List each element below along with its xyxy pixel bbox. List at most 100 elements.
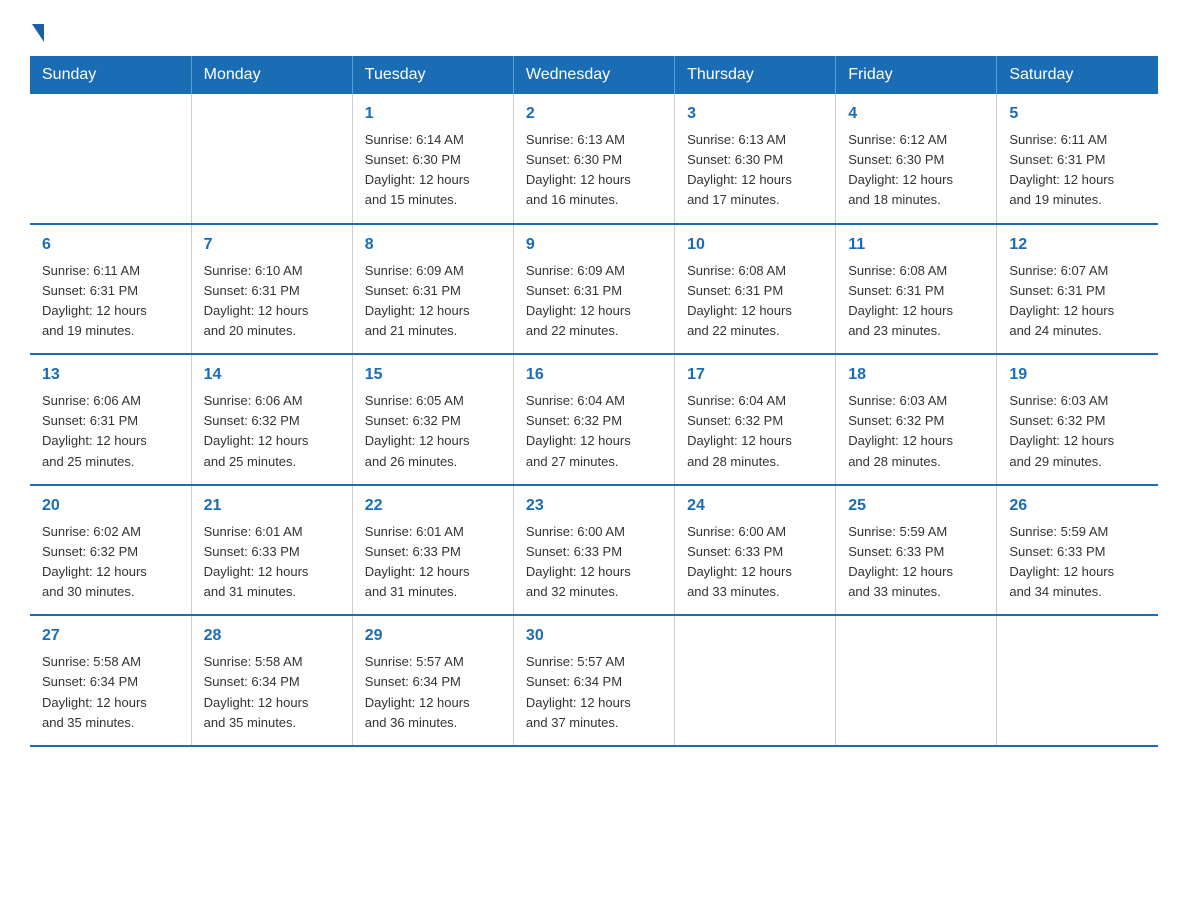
day-info: Sunrise: 6:07 AMSunset: 6:31 PMDaylight:… [1009,261,1146,342]
calendar-cell: 27 Sunrise: 5:58 AMSunset: 6:34 PMDayligh… [30,615,191,746]
calendar-cell: 4Sunrise: 6:12 AMSunset: 6:30 PMDaylight… [836,94,997,224]
calendar-week-3: 13Sunrise: 6:06 AMSunset: 6:31 PMDayligh… [30,354,1158,485]
weekday-header-tuesday: Tuesday [352,56,513,94]
day-number: 28 [204,624,340,648]
weekday-header-saturday: Saturday [997,56,1158,94]
day-number: 17 [687,363,823,387]
page-header [30,20,1158,38]
weekday-header-row: SundayMondayTuesdayWednesdayThursdayFrid… [30,56,1158,94]
day-number: 4 [848,102,984,126]
day-info: Sunrise: 5:59 AMSunset: 6:33 PMDaylight:… [848,522,984,603]
day-info: Sunrise: 6:04 AMSunset: 6:32 PMDaylight:… [687,391,823,472]
day-number: 12 [1009,233,1146,257]
day-info: Sunrise: 6:14 AMSunset: 6:30 PMDaylight:… [365,130,501,211]
weekday-header-thursday: Thursday [675,56,836,94]
calendar-cell: 28 Sunrise: 5:58 AMSunset: 6:34 PMDayligh… [191,615,352,746]
calendar-cell: 19 Sunrise: 6:03 AMSunset: 6:32 PMDayligh… [997,354,1158,485]
day-info: Sunrise: 6:06 AMSunset: 6:32 PMDaylight:… [204,391,340,472]
calendar-cell: 30 Sunrise: 5:57 AMSunset: 6:34 PMDayligh… [513,615,674,746]
calendar-header: SundayMondayTuesdayWednesdayThursdayFrid… [30,56,1158,94]
calendar-cell: 20Sunrise: 6:02 AMSunset: 6:32 PMDayligh… [30,485,191,616]
calendar-cell: 8 Sunrise: 6:09 AMSunset: 6:31 PMDaylight… [352,224,513,355]
day-info: Sunrise: 6:05 AMSunset: 6:32 PMDaylight:… [365,391,501,472]
day-number: 19 [1009,363,1146,387]
calendar-cell: 13Sunrise: 6:06 AMSunset: 6:31 PMDayligh… [30,354,191,485]
day-info: Sunrise: 5:57 AMSunset: 6:34 PMDaylight:… [365,652,501,733]
calendar-cell: 11 Sunrise: 6:08 AMSunset: 6:31 PMDayligh… [836,224,997,355]
calendar-week-2: 6Sunrise: 6:11 AMSunset: 6:31 PMDaylight… [30,224,1158,355]
day-number: 21 [204,494,340,518]
calendar-cell [30,94,191,224]
day-info: Sunrise: 6:09 AMSunset: 6:31 PMDaylight:… [526,261,662,342]
day-info: Sunrise: 6:04 AMSunset: 6:32 PMDaylight:… [526,391,662,472]
weekday-header-wednesday: Wednesday [513,56,674,94]
day-info: Sunrise: 6:11 AMSunset: 6:31 PMDaylight:… [1009,130,1146,211]
calendar-cell: 3 Sunrise: 6:13 AMSunset: 6:30 PMDaylight… [675,94,836,224]
day-info: Sunrise: 6:09 AMSunset: 6:31 PMDaylight:… [365,261,501,342]
day-info: Sunrise: 6:03 AMSunset: 6:32 PMDaylight:… [1009,391,1146,472]
day-number: 30 [526,624,662,648]
day-info: Sunrise: 6:11 AMSunset: 6:31 PMDaylight:… [42,261,179,342]
calendar-cell [997,615,1158,746]
calendar-cell: 16 Sunrise: 6:04 AMSunset: 6:32 PMDayligh… [513,354,674,485]
calendar-cell: 29Sunrise: 5:57 AMSunset: 6:34 PMDayligh… [352,615,513,746]
day-info: Sunrise: 5:57 AMSunset: 6:34 PMDaylight:… [526,652,662,733]
weekday-header-friday: Friday [836,56,997,94]
calendar-week-4: 20Sunrise: 6:02 AMSunset: 6:32 PMDayligh… [30,485,1158,616]
calendar-table: SundayMondayTuesdayWednesdayThursdayFrid… [30,56,1158,747]
day-number: 27 [42,624,179,648]
calendar-cell: 22 Sunrise: 6:01 AMSunset: 6:33 PMDayligh… [352,485,513,616]
day-info: Sunrise: 6:06 AMSunset: 6:31 PMDaylight:… [42,391,179,472]
calendar-cell: 15 Sunrise: 6:05 AMSunset: 6:32 PMDayligh… [352,354,513,485]
logo [30,20,44,38]
day-info: Sunrise: 6:08 AMSunset: 6:31 PMDaylight:… [848,261,984,342]
calendar-cell: 10Sunrise: 6:08 AMSunset: 6:31 PMDayligh… [675,224,836,355]
calendar-cell: 5 Sunrise: 6:11 AMSunset: 6:31 PMDaylight… [997,94,1158,224]
calendar-cell: 23 Sunrise: 6:00 AMSunset: 6:33 PMDayligh… [513,485,674,616]
day-info: Sunrise: 6:08 AMSunset: 6:31 PMDaylight:… [687,261,823,342]
weekday-header-monday: Monday [191,56,352,94]
day-info: Sunrise: 6:01 AMSunset: 6:33 PMDaylight:… [365,522,501,603]
day-number: 7 [204,233,340,257]
calendar-cell: 6Sunrise: 6:11 AMSunset: 6:31 PMDaylight… [30,224,191,355]
calendar-cell: 17 Sunrise: 6:04 AMSunset: 6:32 PMDayligh… [675,354,836,485]
day-number: 1 [365,102,501,126]
day-number: 24 [687,494,823,518]
logo-arrow-icon [32,24,44,42]
weekday-header-sunday: Sunday [30,56,191,94]
day-info: Sunrise: 6:13 AMSunset: 6:30 PMDaylight:… [526,130,662,211]
calendar-cell: 25 Sunrise: 5:59 AMSunset: 6:33 PMDayligh… [836,485,997,616]
day-number: 15 [365,363,501,387]
day-number: 9 [526,233,662,257]
logo-top [30,20,44,42]
calendar-cell [675,615,836,746]
day-number: 26 [1009,494,1146,518]
calendar-cell: 26 Sunrise: 5:59 AMSunset: 6:33 PMDayligh… [997,485,1158,616]
calendar-cell [836,615,997,746]
day-number: 14 [204,363,340,387]
calendar-body: 1 Sunrise: 6:14 AMSunset: 6:30 PMDaylight… [30,94,1158,746]
day-info: Sunrise: 5:58 AMSunset: 6:34 PMDaylight:… [42,652,179,733]
day-number: 3 [687,102,823,126]
day-number: 22 [365,494,501,518]
day-info: Sunrise: 6:13 AMSunset: 6:30 PMDaylight:… [687,130,823,211]
day-number: 18 [848,363,984,387]
day-number: 11 [848,233,984,257]
day-number: 25 [848,494,984,518]
day-number: 8 [365,233,501,257]
day-number: 5 [1009,102,1146,126]
calendar-cell: 24Sunrise: 6:00 AMSunset: 6:33 PMDayligh… [675,485,836,616]
calendar-cell: 7 Sunrise: 6:10 AMSunset: 6:31 PMDaylight… [191,224,352,355]
day-number: 20 [42,494,179,518]
day-info: Sunrise: 6:00 AMSunset: 6:33 PMDaylight:… [526,522,662,603]
day-number: 2 [526,102,662,126]
day-info: Sunrise: 6:10 AMSunset: 6:31 PMDaylight:… [204,261,340,342]
day-number: 23 [526,494,662,518]
calendar-week-1: 1 Sunrise: 6:14 AMSunset: 6:30 PMDaylight… [30,94,1158,224]
day-info: Sunrise: 5:59 AMSunset: 6:33 PMDaylight:… [1009,522,1146,603]
calendar-cell: 1 Sunrise: 6:14 AMSunset: 6:30 PMDaylight… [352,94,513,224]
day-number: 16 [526,363,662,387]
day-info: Sunrise: 5:58 AMSunset: 6:34 PMDaylight:… [204,652,340,733]
calendar-cell: 2 Sunrise: 6:13 AMSunset: 6:30 PMDaylight… [513,94,674,224]
calendar-cell [191,94,352,224]
